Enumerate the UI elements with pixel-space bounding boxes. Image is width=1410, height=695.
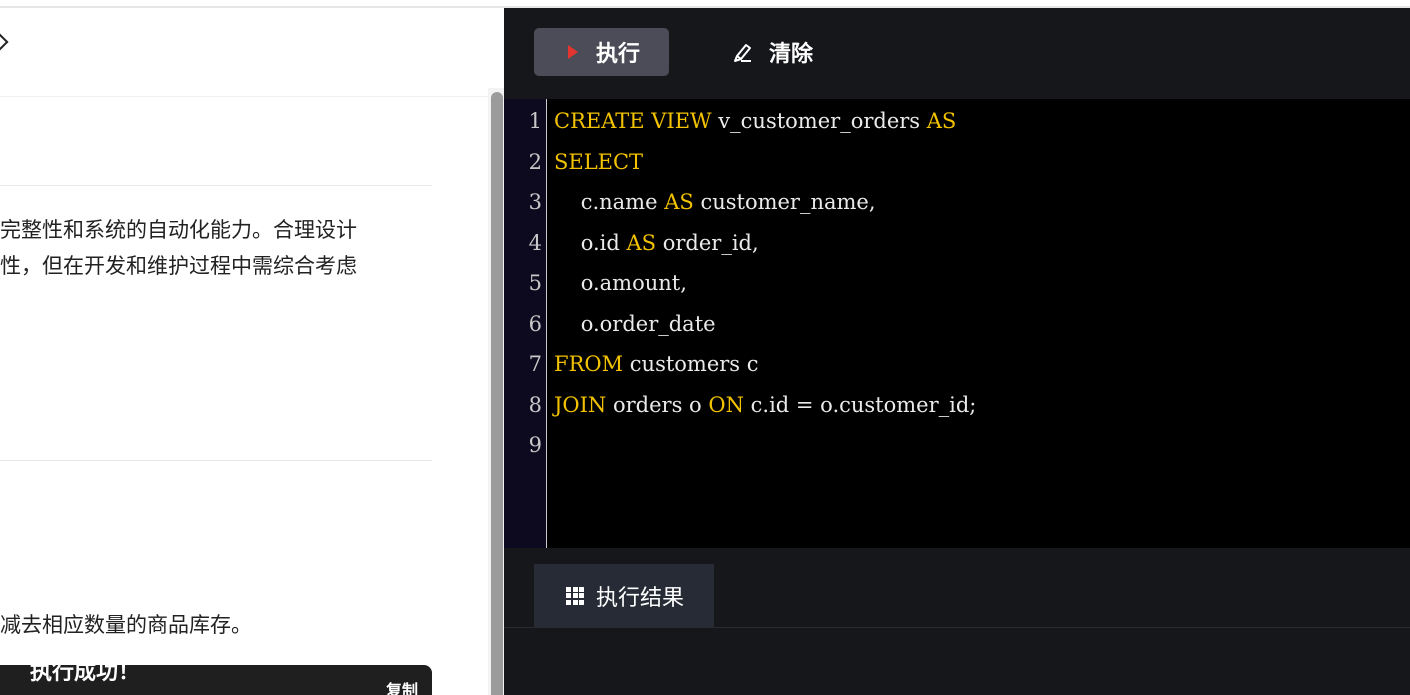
code-line[interactable]: c.name AS customer_name,: [554, 190, 876, 214]
sql-token: o.id: [554, 230, 627, 255]
line-number: 7: [528, 352, 542, 376]
copy-button[interactable]: 复制: [386, 677, 418, 695]
line-number: 1: [528, 109, 542, 133]
code-line[interactable]: o.order_date: [554, 312, 716, 336]
section-divider: [0, 185, 432, 186]
sql-keyword: CREATE VIEW: [554, 109, 712, 133]
code-line[interactable]: SELECT: [554, 150, 643, 174]
execution-status: 执行成功！: [30, 660, 141, 685]
line-number: 4: [528, 230, 542, 255]
clear-button-label: 清除: [769, 42, 814, 67]
eraser-pen-icon: [731, 41, 753, 63]
sql-token: c.id = o.customer_id;: [743, 392, 977, 417]
sql-keyword: AS: [626, 230, 657, 255]
line-number: 9: [528, 433, 542, 457]
sql-token: customer_name,: [693, 190, 876, 214]
sql-keyword: FROM: [554, 352, 624, 376]
line-number: 8: [528, 392, 542, 417]
code-line[interactable]: o.amount,: [554, 271, 687, 295]
window-top-border: [0, 0, 1410, 8]
tab-execution-results[interactable]: 执行结果: [534, 564, 714, 627]
run-button-label: 执行: [596, 42, 641, 67]
tab-label: 执行结果: [596, 585, 685, 611]
run-button[interactable]: 执行: [534, 28, 669, 76]
sql-token: c.name: [554, 190, 665, 214]
sql-token: v_customer_orders: [711, 109, 927, 133]
grid-icon: [566, 586, 584, 605]
code-line[interactable]: FROM customers c: [554, 352, 759, 376]
sql-keyword: AS: [926, 109, 957, 133]
sql-token: orders o: [606, 392, 709, 417]
line-number: 3: [528, 190, 542, 214]
line-number: 5: [528, 271, 542, 295]
sql-token: o.amount,: [554, 271, 687, 295]
sql-token: o.order_date: [554, 311, 716, 336]
code-editor[interactable]: 1 2 3 4 5 6 7 8 9 CREATE VIEW v_customer_orders …: [504, 99, 1410, 548]
code-line[interactable]: CREATE VIEW v_customer_orders AS: [554, 109, 956, 133]
sql-keyword: AS: [664, 190, 694, 214]
result-tabs-bar: 执行结果: [504, 548, 1410, 628]
article-paragraph-line: 完整性和系统的自动化能力。合理设计: [0, 218, 357, 242]
article-paragraph-line: 性，但在开发和维护过程中需综合考虑: [0, 254, 357, 278]
sql-token: customers c: [623, 352, 759, 376]
chevron-right-icon[interactable]: [0, 33, 9, 51]
article-pane: 完整性和系统的自动化能力。合理设计 性，但在开发和维护过程中需综合考虑 减去相应…: [0, 8, 504, 695]
article-header: [0, 8, 504, 97]
section-divider: [0, 460, 432, 461]
editor-toolbar: 执行 清除: [504, 8, 1410, 99]
sql-keyword: SELECT: [554, 149, 644, 174]
code-line[interactable]: o.id AS order_id,: [554, 231, 759, 255]
code-line[interactable]: JOIN orders o ON c.id = o.customer_id;: [554, 393, 976, 417]
clear-button[interactable]: 清除: [719, 28, 849, 76]
line-number: 6: [528, 311, 542, 336]
article-paragraph-line: 减去相应数量的商品库存。: [0, 613, 252, 637]
play-icon: [568, 45, 578, 59]
line-number-gutter: 1 2 3 4 5 6 7 8 9: [504, 99, 547, 548]
sql-token: order_id,: [656, 230, 759, 255]
line-number: 2: [528, 149, 542, 174]
sql-keyword: JOIN: [554, 392, 607, 417]
sql-keyword: ON: [708, 392, 744, 417]
sql-console: 执行 清除 1 2 3 4 5 6 7 8 9 CREATE VIEW v_customer_o…: [504, 8, 1410, 695]
scrollbar-thumb[interactable]: [491, 92, 503, 695]
